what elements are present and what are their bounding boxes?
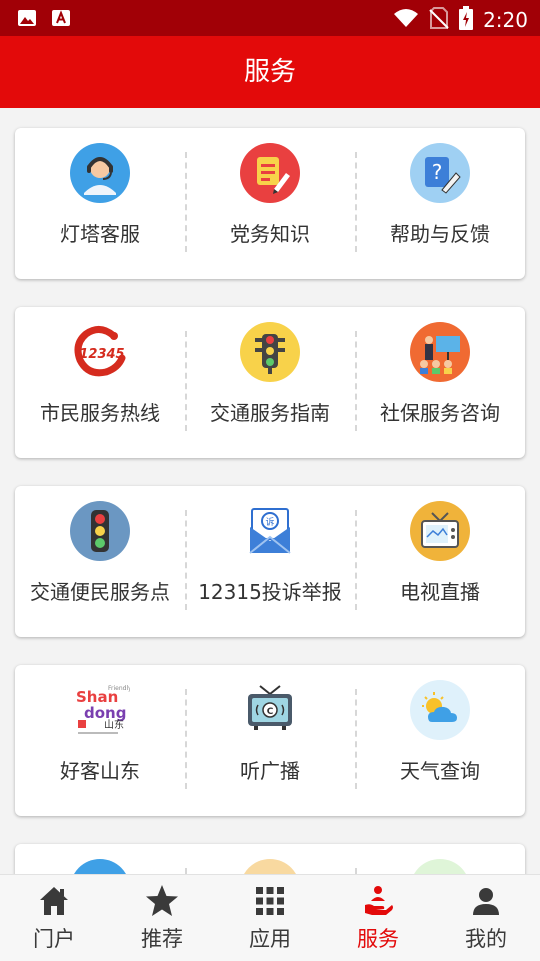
social-security-icon <box>410 322 470 382</box>
svg-text:C: C <box>267 707 274 717</box>
title-bar: 服务 <box>0 36 540 108</box>
tab-label: 门户 <box>33 927 75 951</box>
wifi-icon <box>393 8 419 32</box>
status-bar: 2:20 <box>0 0 540 36</box>
home-icon <box>36 883 72 919</box>
service-label: 电视直播 <box>400 580 480 604</box>
help-feedback-icon: ? <box>410 143 470 203</box>
service-item-traffic-guide[interactable]: 交通服务指南 <box>185 307 355 458</box>
tab-portal[interactable]: 门户 <box>0 875 108 961</box>
shandong-logo: Shan dong 山东 Friendly <box>70 680 132 740</box>
service-icon-partial <box>410 859 470 874</box>
service-item-party-knowledge[interactable]: 党务知识 <box>185 128 355 279</box>
complaint-envelope-icon: 诉 <box>240 501 300 561</box>
service-list[interactable]: 灯塔客服 党务知识 ? 帮助与反馈 12345 市民服务热线 交通服务指南 社保… <box>0 108 540 874</box>
service-card: 12345 市民服务热线 交通服务指南 社保服务咨询 <box>15 307 525 458</box>
service-card: 交通便民服务点 诉 12315投诉举报 电视直播 <box>15 486 525 637</box>
tab-apps[interactable]: 应用 <box>216 875 324 961</box>
tab-label: 我的 <box>465 927 507 951</box>
battery-charging-icon <box>459 6 474 34</box>
service-label: 党务知识 <box>230 222 310 246</box>
service-card: Shan dong 山东 Friendly 好客山东 C 听广播 天气查询 <box>15 665 525 816</box>
tab-me[interactable]: 我的 <box>432 875 540 961</box>
service-label: 听广播 <box>240 759 300 783</box>
svg-text:山东: 山东 <box>104 718 124 731</box>
service-label: 社保服务咨询 <box>380 401 500 425</box>
app-notification-icon <box>50 7 72 29</box>
service-item-social-security[interactable]: 社保服务咨询 <box>355 307 525 458</box>
service-label: 灯塔客服 <box>60 222 140 246</box>
service-label: 天气查询 <box>400 759 480 783</box>
service-hand-icon <box>360 883 396 919</box>
service-item-lighthouse-support[interactable]: 灯塔客服 <box>15 128 185 279</box>
hotline-12345-logo: 12345 <box>70 322 130 382</box>
notepad-pen-icon <box>240 143 300 203</box>
svg-text:12345: 12345 <box>79 347 124 362</box>
tv-icon <box>410 501 470 561</box>
service-label: 交通服务指南 <box>210 401 330 425</box>
weather-icon <box>410 680 470 740</box>
bottom-tab-bar: 门户 推荐 应用 服务 我的 <box>0 874 540 961</box>
customer-service-icon <box>70 143 130 203</box>
tab-label: 推荐 <box>141 927 183 951</box>
clock: 2:20 <box>483 8 528 32</box>
page-title: 服务 <box>243 57 296 87</box>
svg-text:Friendly: Friendly <box>108 685 130 692</box>
radio-icon: C <box>240 680 300 740</box>
grid-icon <box>252 883 288 919</box>
star-icon <box>144 883 180 919</box>
service-item-tv-live[interactable]: 电视直播 <box>355 486 525 637</box>
tab-label: 服务 <box>357 927 399 951</box>
tab-label: 应用 <box>249 927 291 951</box>
no-sim-icon <box>429 7 449 33</box>
service-item-help-feedback[interactable]: ? 帮助与反馈 <box>355 128 525 279</box>
traffic-signal-icon <box>70 501 130 561</box>
service-item-citizen-hotline[interactable]: 12345 市民服务热线 <box>15 307 185 458</box>
service-item-weather[interactable]: 天气查询 <box>355 665 525 816</box>
service-item-friendly-shandong[interactable]: Shan dong 山东 Friendly 好客山东 <box>15 665 185 816</box>
service-item-12315-complaint[interactable]: 诉 12315投诉举报 <box>185 486 355 637</box>
user-icon <box>468 883 504 919</box>
svg-text:诉: 诉 <box>265 516 274 528</box>
svg-text:?: ? <box>432 160 443 184</box>
tab-recommend[interactable]: 推荐 <box>108 875 216 961</box>
service-label: 市民服务热线 <box>40 401 160 425</box>
service-card: 灯塔客服 党务知识 ? 帮助与反馈 <box>15 128 525 279</box>
tab-services[interactable]: 服务 <box>324 875 432 961</box>
service-icon-partial <box>240 859 300 874</box>
traffic-light-icon <box>240 322 300 382</box>
service-item-radio[interactable]: C 听广播 <box>185 665 355 816</box>
gallery-notification-icon <box>16 7 38 29</box>
service-label: 好客山东 <box>60 759 140 783</box>
service-item-traffic-service-point[interactable]: 交通便民服务点 <box>15 486 185 637</box>
service-label: 帮助与反馈 <box>390 222 490 246</box>
service-label: 12315投诉举报 <box>198 580 342 604</box>
service-label: 交通便民服务点 <box>30 580 170 604</box>
service-card-partial <box>15 844 525 874</box>
service-icon-partial <box>70 859 130 874</box>
